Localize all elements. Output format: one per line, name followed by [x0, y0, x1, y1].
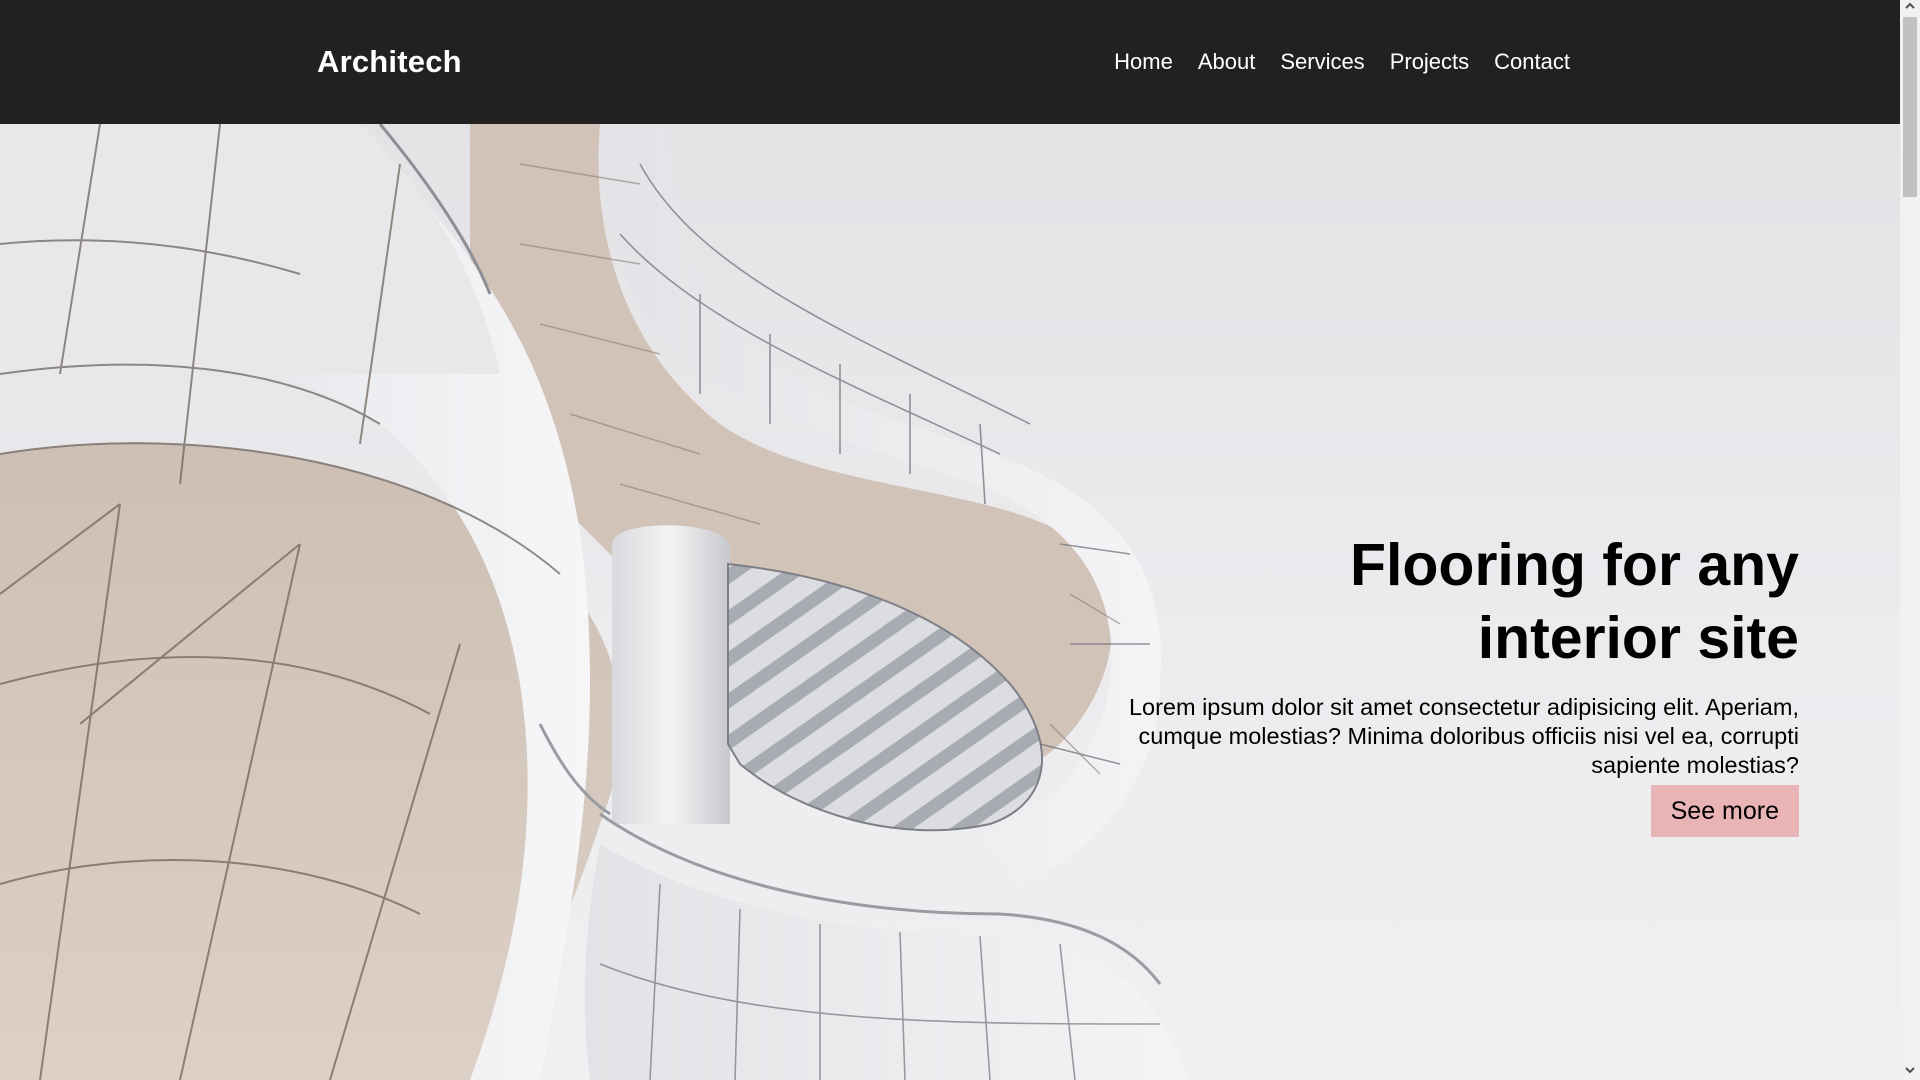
hero-section: Flooring for any interior site Lorem ips…: [0, 124, 1900, 1080]
hero-content: Flooring for any interior site Lorem ips…: [1079, 529, 1799, 837]
nav-services[interactable]: Services: [1280, 48, 1364, 76]
hero-description: Lorem ipsum dolor sit amet consectetur a…: [1128, 694, 1799, 778]
vertical-scrollbar[interactable]: [1900, 0, 1920, 1080]
chevron-down-icon[interactable]: [1900, 1064, 1920, 1080]
navbar: Architech Home About Services Projects C…: [0, 0, 1900, 124]
nav-contact[interactable]: Contact: [1494, 48, 1570, 76]
hero-title-line-1: Flooring for any: [1349, 532, 1799, 598]
nav-home[interactable]: Home: [1114, 48, 1173, 76]
nav-projects[interactable]: Projects: [1390, 48, 1469, 76]
see-more-button[interactable]: See more: [1650, 785, 1799, 837]
hero-title: Flooring for any interior site: [1079, 529, 1799, 675]
chevron-up-icon[interactable]: [1900, 0, 1920, 16]
brand-logo[interactable]: Architech: [317, 43, 462, 81]
hero-title-line-2: interior site: [1477, 605, 1799, 671]
scrollbar-thumb[interactable]: [1903, 17, 1917, 197]
page: Architech Home About Services Projects C…: [0, 0, 1900, 1080]
nav-about[interactable]: About: [1198, 48, 1256, 76]
main-nav: Home About Services Projects Contact: [1114, 48, 1570, 76]
